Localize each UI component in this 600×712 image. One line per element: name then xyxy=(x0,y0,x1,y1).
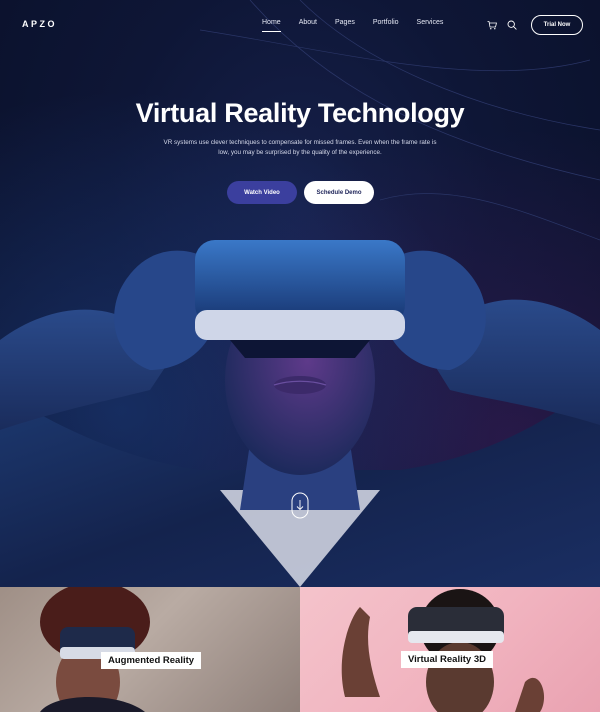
trial-now-button[interactable]: Trial Now xyxy=(531,15,583,35)
nav-item-home[interactable]: Home xyxy=(262,19,281,32)
brand-logo[interactable]: APZO xyxy=(22,19,57,29)
nav-item-pages[interactable]: Pages xyxy=(335,19,355,26)
search-icon[interactable] xyxy=(507,20,517,30)
nav-item-about[interactable]: About xyxy=(299,19,317,26)
hero-description-line-2: low, you may be surprised by the quality… xyxy=(218,149,382,156)
hero-vr-person-image xyxy=(0,240,600,587)
virtual-reality-3d-image xyxy=(341,589,545,712)
hero-description: VR systems use clever techniques to comp… xyxy=(155,138,445,158)
card-label-augmented-reality: Augmented Reality xyxy=(101,652,202,669)
watch-video-button[interactable]: Watch Video xyxy=(227,181,297,204)
hero-description-line-1: VR systems use clever techniques to comp… xyxy=(163,139,437,146)
cart-icon[interactable] xyxy=(487,20,497,30)
hero-section: APZO Home About Pages Portfolio Services… xyxy=(0,0,600,587)
nav-item-services[interactable]: Services xyxy=(417,19,444,26)
card-virtual-reality-3d[interactable]: Virtual Reality 3D xyxy=(300,587,600,712)
schedule-demo-button[interactable]: Schedule Demo xyxy=(304,181,374,204)
nav-item-portfolio[interactable]: Portfolio xyxy=(373,19,399,26)
hero-title: Virtual Reality Technology xyxy=(135,98,465,128)
nav-menu: Home About Pages Portfolio Services xyxy=(262,19,461,32)
top-navigation: APZO Home About Pages Portfolio Services… xyxy=(0,0,600,50)
card-label-virtual-reality-3d: Virtual Reality 3D xyxy=(401,651,493,668)
augmented-reality-image xyxy=(40,587,150,712)
scroll-down-icon[interactable] xyxy=(291,492,309,519)
card-augmented-reality[interactable]: Augmented Reality xyxy=(0,587,300,712)
